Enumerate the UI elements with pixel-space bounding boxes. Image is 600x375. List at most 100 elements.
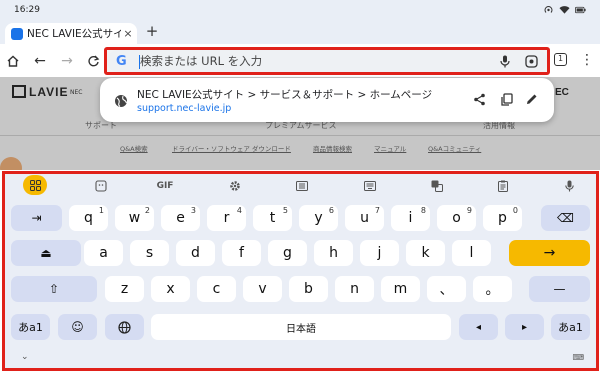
pencil-icon — [527, 94, 537, 104]
key-e[interactable]: e3 — [161, 205, 200, 231]
key-k[interactable]: k — [406, 240, 445, 266]
key-r-label: r — [223, 210, 230, 226]
suggestion-title: NEC LAVIE公式サイト > サービス＆サポート > ホームページ — [137, 89, 433, 101]
emoji-key[interactable]: ☺ — [58, 314, 97, 340]
lens-button[interactable] — [523, 53, 539, 69]
key-a[interactable]: a — [84, 240, 123, 266]
home-button[interactable] — [4, 52, 22, 70]
battery-icon — [575, 4, 586, 15]
key-e-sup: 3 — [190, 206, 196, 215]
wifi-icon — [559, 4, 570, 15]
key-o-sup: 9 — [466, 206, 472, 215]
page-divider — [0, 135, 600, 136]
keyboard-apps-button[interactable] — [23, 175, 47, 195]
symbol-toggle-key[interactable]: ⏏ — [11, 240, 81, 266]
key-u-sup: 7 — [374, 206, 380, 215]
space-key[interactable]: 日本語 — [151, 314, 451, 340]
cursor-left-key[interactable]: ◂ — [459, 314, 498, 340]
key-g[interactable]: g — [268, 240, 307, 266]
tab-title: NEC LAVIE公式サイ — [27, 28, 121, 40]
key-j[interactable]: j — [360, 240, 399, 266]
key-o-label: o — [452, 210, 461, 226]
enter-key[interactable]: → — [509, 240, 590, 266]
gif-button[interactable]: GIF — [157, 179, 174, 193]
mode-switch-key-right[interactable]: あa1 — [551, 314, 590, 340]
key-u-label: u — [360, 210, 369, 226]
google-g-icon: G — [116, 54, 127, 69]
edit-button[interactable] — [524, 91, 540, 107]
floating-keyboard-icon[interactable] — [363, 179, 377, 193]
page-link-product-search[interactable]: 商品情報検索 — [313, 143, 352, 153]
new-tab-button[interactable]: + — [144, 24, 160, 40]
key-comma[interactable]: 、 — [427, 276, 466, 302]
hide-keyboard-chevron-icon[interactable]: ⌄ — [21, 352, 29, 362]
shift-key[interactable]: ⇧ — [11, 276, 97, 302]
forward-button[interactable]: → — [58, 52, 76, 70]
key-d[interactable]: d — [176, 240, 215, 266]
sticker-icon[interactable] — [94, 179, 108, 193]
share-icon — [473, 93, 485, 105]
key-t[interactable]: t5 — [253, 205, 292, 231]
key-b[interactable]: b — [289, 276, 328, 302]
key-t-sup: 5 — [282, 206, 288, 215]
key-h[interactable]: h — [314, 240, 353, 266]
omnibox-suggestion[interactable]: NEC LAVIE公式サイト > サービス＆サポート > ホームページ supp… — [100, 78, 554, 122]
long-vowel-key[interactable]: — — [529, 276, 590, 302]
back-arrow-icon: ← — [34, 53, 46, 69]
key-m[interactable]: m — [381, 276, 420, 302]
status-icons — [543, 4, 586, 15]
lens-icon — [524, 54, 538, 68]
page-link-qa-community[interactable]: Q&Aコミュニティ — [428, 143, 481, 153]
keyboard-mic-icon[interactable] — [562, 179, 576, 193]
key-s[interactable]: s — [130, 240, 169, 266]
keyboard-switch-icon[interactable]: ⌨ — [572, 353, 584, 362]
key-y[interactable]: y6 — [299, 205, 338, 231]
clipboard-icon[interactable] — [496, 179, 510, 193]
page-banner-image — [0, 157, 22, 170]
copy-icon — [500, 92, 513, 106]
key-i[interactable]: i8 — [391, 205, 430, 231]
key-period[interactable]: 。 — [473, 276, 512, 302]
lavie-logo[interactable]: LAVIE — [12, 85, 68, 99]
key-o[interactable]: o9 — [437, 205, 476, 231]
tab-close-icon[interactable]: × — [121, 27, 135, 40]
key-v[interactable]: v — [243, 276, 282, 302]
copy-button[interactable] — [498, 91, 514, 107]
address-bar[interactable]: G — [104, 47, 550, 75]
key-l[interactable]: l — [452, 240, 491, 266]
back-button[interactable]: ← — [31, 52, 49, 70]
key-c[interactable]: c — [197, 276, 236, 302]
tab-key[interactable]: ⇥ — [11, 205, 62, 231]
one-handed-icon[interactable] — [295, 179, 309, 193]
key-w[interactable]: w2 — [115, 205, 154, 231]
page-link-manual[interactable]: マニュアル — [374, 143, 406, 153]
key-r[interactable]: r4 — [207, 205, 246, 231]
settings-gear-icon[interactable] — [228, 179, 242, 193]
share-button[interactable] — [471, 91, 487, 107]
key-q[interactable]: q1 — [69, 205, 108, 231]
tab-nec-lavie[interactable]: NEC LAVIE公式サイ × — [5, 23, 137, 44]
backspace-key[interactable]: ⌫ — [541, 205, 590, 231]
key-i-label: i — [408, 210, 413, 226]
status-bar: 16:29 — [0, 0, 600, 20]
reload-button[interactable] — [84, 52, 102, 70]
tab-switcher-button[interactable]: 1 — [554, 53, 567, 66]
browser-menu-button[interactable]: ⋮ — [580, 52, 594, 68]
forward-arrow-icon: → — [61, 53, 73, 69]
key-p[interactable]: p0 — [483, 205, 522, 231]
mode-switch-key-left[interactable]: あa1 — [11, 314, 50, 340]
key-t-label: t — [269, 210, 276, 226]
key-u[interactable]: u7 — [345, 205, 384, 231]
voice-search-button[interactable] — [497, 53, 513, 69]
language-globe-key[interactable] — [105, 314, 144, 340]
translate-icon[interactable] — [430, 179, 444, 193]
key-z[interactable]: z — [105, 276, 144, 302]
address-input[interactable] — [140, 52, 480, 70]
key-n[interactable]: n — [335, 276, 374, 302]
key-p-sup: 0 — [512, 206, 518, 215]
cursor-right-key[interactable]: ▸ — [505, 314, 544, 340]
page-link-driver-download[interactable]: ドライバー・ソフトウェア ダウンロード — [172, 143, 291, 153]
page-link-qa-search[interactable]: Q&A検索 — [120, 143, 148, 153]
key-x[interactable]: x — [151, 276, 190, 302]
key-f[interactable]: f — [222, 240, 261, 266]
